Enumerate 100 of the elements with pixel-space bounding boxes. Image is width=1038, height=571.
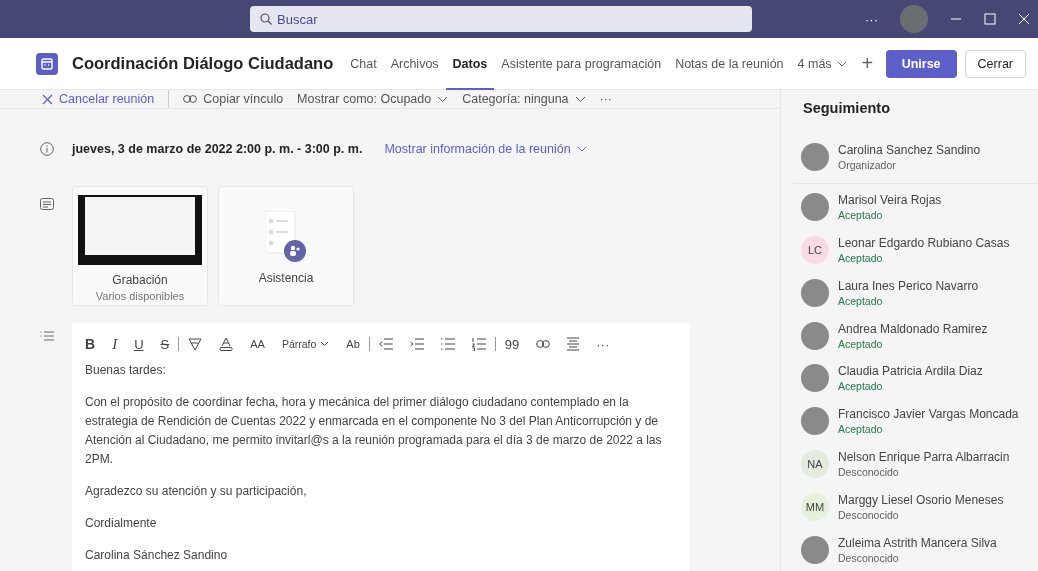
more-button[interactable]: ··· [865, 11, 878, 27]
align-icon[interactable] [567, 337, 580, 351]
attendee-name: Laura Ines Perico Navarro [838, 278, 979, 293]
search-field[interactable]: Buscar [250, 6, 752, 32]
bulleted-list-icon[interactable] [440, 338, 455, 350]
attendee-name: Leonar Edgardo Rubiano Casas [838, 235, 1010, 250]
attendee-name: Carolina Sanchez Sandino [838, 143, 981, 158]
attendee-name: Marggy Liesel Osorio Meneses [838, 492, 1004, 507]
more-tabs-button[interactable]: 4 más [790, 37, 854, 90]
message-paragraph: Agradezco su atención y su participación, [85, 483, 308, 500]
attendee-name: Marisol Veira Rojas [838, 193, 942, 208]
calendar-icon [36, 52, 58, 75]
attendee-item[interactable]: Zuleima Astrith Mancera Silva Desconocido [793, 528, 1038, 571]
tab[interactable]: Archivos [383, 37, 446, 90]
meeting-card[interactable]: Asistencia [218, 186, 354, 306]
highlight-icon[interactable] [188, 337, 203, 351]
meeting-details-link[interactable]: Mostrar información de la reunión [384, 142, 587, 156]
add-tab-button[interactable]: + [861, 52, 874, 75]
avatar-photo-placeholder [801, 321, 829, 350]
chevron-down-icon [574, 95, 586, 103]
more-button[interactable]: ··· [596, 336, 610, 352]
clear-format-button[interactable]: Ab [346, 338, 360, 350]
attendee-item[interactable]: Marisol Veira Rojas Aceptado [793, 185, 1038, 229]
initials-avatar: LC [801, 235, 829, 264]
format-button[interactable]: S [160, 336, 170, 352]
message-paragraph: Con el propósito de coordinar fecha, hora y mecánica del primer diálogo ciudadano contemplado en la estrategia de Rendición de Cuentas 2022 y enmarcada en el componente No 3 del Plan Anticorrupción y de Atención al Ciudadano, me permito invitarl@s a la reunión programada para el día 3 de marzo de 2022 a las 2PM. [85, 394, 663, 468]
attendee-status: Desconocido [838, 508, 900, 521]
outdent-icon[interactable] [378, 338, 393, 350]
paragraph-dropdown[interactable]: Párrafo [281, 338, 330, 350]
attendee-name: Nelson Enrique Parra Albarracin [838, 449, 1010, 464]
chevron-down-icon [320, 341, 330, 347]
attendee-item[interactable]: Francisco Javier Vargas Moncada Aceptado [793, 399, 1038, 443]
show-as-dropdown[interactable]: Mostrar como: Ocupado [297, 92, 449, 106]
close-icon[interactable] [1018, 13, 1030, 25]
attendee-item[interactable]: Laura Ines Perico Navarro Aceptado [793, 271, 1038, 315]
tab[interactable]: Notas de la reunión [668, 37, 791, 90]
attendee-item[interactable]: Claudia Patricia Ardila Diaz Aceptado [793, 356, 1038, 400]
close-button[interactable]: Cerrar [964, 49, 1026, 78]
avatar-photo-placeholder [801, 193, 829, 222]
avatar-photo-placeholder [801, 278, 829, 307]
format-button[interactable]: B [85, 336, 96, 352]
attendee-name: Andrea Maldonado Ramirez [838, 321, 988, 336]
numbered-list-icon[interactable] [471, 337, 486, 351]
format-button[interactable]: U [134, 336, 144, 352]
avatar-photo-placeholder [801, 535, 829, 564]
attendee-status: Organizador [838, 159, 897, 172]
cancel-meeting-button[interactable]: Cancelar reunión [42, 92, 155, 106]
initials-avatar: MM [801, 492, 829, 521]
avatar-photo-placeholder [801, 364, 829, 393]
more-button[interactable]: ··· [599, 92, 613, 106]
attendee-status: Desconocido [838, 465, 900, 478]
message-paragraph: Buenas tardes: [85, 362, 167, 379]
link-icon [183, 95, 198, 103]
attendee-status: Aceptado [838, 209, 884, 222]
meeting-date: jueves, 3 de marzo de 2022 2:00 p. m. - 3:00 p. m. [72, 142, 363, 156]
link-icon[interactable] [536, 340, 551, 348]
category-dropdown[interactable]: Categoría: ninguna [462, 92, 586, 106]
tab[interactable]: Chat [343, 37, 384, 90]
panel-title: Seguimiento [803, 100, 891, 116]
maximize-icon[interactable] [984, 13, 996, 25]
attendee-item[interactable]: MM Marggy Liesel Osorio Meneses Desconocido [793, 485, 1038, 529]
indent-icon[interactable] [409, 338, 424, 350]
search-icon [260, 13, 272, 25]
card-title: Grabación [112, 273, 168, 287]
quote-button[interactable]: 99 [504, 336, 520, 352]
attendee-name: Francisco Javier Vargas Moncada [838, 407, 1019, 422]
attendance-icon [265, 211, 307, 263]
attendee-status: Aceptado [838, 294, 884, 307]
attendee-status: Aceptado [838, 380, 884, 393]
attendee-status: Aceptado [838, 337, 884, 350]
attendee-item[interactable]: NA Nelson Enrique Parra Albarracin Desconocido [793, 442, 1038, 486]
join-button[interactable]: Unirse [885, 49, 957, 78]
attendee-name: Zuleima Astrith Mancera Silva [838, 535, 997, 550]
font-color-icon[interactable] [219, 337, 234, 351]
attendee-status: Aceptado [838, 251, 884, 264]
description-editor[interactable] [72, 323, 690, 571]
attendee-status: Desconocido [838, 551, 900, 564]
attendee-item[interactable]: Andrea Maldonado Ramirez Aceptado [793, 314, 1038, 357]
meeting-title: Coordinación Diálogo Ciudadano [72, 54, 334, 73]
info-icon [40, 142, 54, 156]
attendee-name: Claudia Patricia Ardila Diaz [838, 364, 983, 379]
copy-link-button[interactable]: Copiar vínculo [183, 92, 284, 106]
message-paragraph: Carolina Sánchez Sandino [85, 547, 229, 564]
message-paragraph: Cordialmente [85, 515, 158, 532]
tab[interactable]: Datos [445, 37, 495, 90]
chevron-down-icon [576, 146, 587, 152]
chevron-down-icon [437, 95, 449, 103]
attendee-item[interactable]: Carolina Sanchez Sandino Organizador [793, 136, 1038, 179]
attendee-item[interactable]: LC Leonar Edgardo Rubiano Casas Aceptado [793, 228, 1038, 272]
card-subtitle: Varios disponibles [95, 290, 185, 302]
meeting-card[interactable]: Grabación Varios disponibles [72, 186, 208, 306]
font-size-button[interactable]: AA [250, 338, 265, 350]
description-icon [40, 331, 54, 341]
avatar-photo-placeholder [801, 407, 829, 436]
avatar-photo-placeholder [801, 143, 829, 172]
tab[interactable]: Asistente para programación [494, 37, 669, 90]
close-icon [42, 93, 53, 105]
chevron-down-icon [836, 60, 847, 67]
format-button[interactable]: I [112, 335, 118, 353]
attendee-status: Aceptado [838, 423, 884, 436]
